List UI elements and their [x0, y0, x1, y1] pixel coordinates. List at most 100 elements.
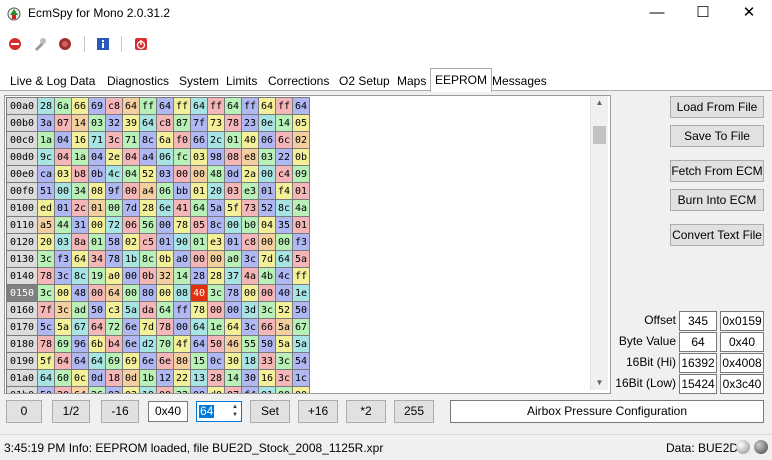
maximize-button[interactable]: ☐ — [680, 0, 726, 28]
hex-cell[interactable]: f3 — [54, 250, 72, 268]
save-to-file-button[interactable]: Save To File — [670, 125, 764, 147]
hex-cell[interactable]: 5a — [275, 318, 293, 336]
hex-row[interactable]: 0150 3c 00 48 00 64 00 80 00 08 40 3c 78 00 00 40 1e — [6, 284, 310, 302]
hex-cell[interactable]: 6a — [54, 97, 72, 115]
hex-cell[interactable]: 13 — [190, 369, 208, 387]
hex-cell[interactable]: 16 — [258, 369, 276, 387]
hex-cell[interactable]: 00 — [156, 284, 174, 302]
hex-cell[interactable]: ff — [292, 267, 310, 285]
hex-cell[interactable]: 00 — [88, 284, 106, 302]
hex-cell[interactable]: 30 — [224, 352, 242, 370]
hex-cell[interactable]: f3 — [292, 233, 310, 251]
hex-cell[interactable]: f0 — [173, 131, 191, 149]
hex-cell[interactable]: 09 — [292, 165, 310, 183]
hex-cell[interactable]: 01 — [54, 199, 72, 217]
hex-cell[interactable]: 69 — [88, 97, 106, 115]
hex-cell[interactable]: 50 — [207, 335, 225, 353]
byte-value-spinner[interactable]: 64 ▲ ▼ — [196, 401, 242, 422]
hex-cell[interactable]: 71 — [88, 131, 106, 149]
hex-cell[interactable]: e8 — [241, 148, 259, 166]
hex-cell[interactable]: ff — [173, 301, 191, 319]
hex-cell[interactable]: 78 — [105, 250, 123, 268]
hex-cell[interactable]: 00 — [122, 284, 140, 302]
close-button[interactable]: ✕ — [726, 0, 772, 28]
hex-cell[interactable]: 64 — [54, 352, 72, 370]
hex-cell[interactable]: 08 — [88, 182, 106, 200]
hex-cell[interactable]: 5f — [224, 199, 242, 217]
hex-cell[interactable]: 01 — [88, 199, 106, 217]
hex-cell[interactable]: 00 — [173, 165, 191, 183]
hex-cell[interactable]: 78 — [156, 318, 174, 336]
hex-cell[interactable]: 96 — [71, 335, 89, 353]
hex-cell[interactable]: 66 — [190, 131, 208, 149]
hex-cell[interactable]: 4a — [241, 267, 259, 285]
hex-cell[interactable]: 8c — [275, 199, 293, 217]
hex-cell[interactable]: 80 — [173, 352, 191, 370]
hex-cell[interactable]: 03 — [54, 233, 72, 251]
hex-cell[interactable]: 8c — [71, 267, 89, 285]
hex-cell[interactable]: 78 — [190, 301, 208, 319]
hex-cell[interactable]: 40 — [241, 131, 259, 149]
hex-cell[interactable]: 01 — [190, 182, 208, 200]
hex-cell[interactable]: 2a — [241, 165, 259, 183]
hex-row[interactable]: 0170 5c 5a 67 64 72 6e 7d 78 00 64 1e 64 3c 66 5a 67 — [6, 318, 310, 336]
hex-cell[interactable]: 03 — [224, 182, 242, 200]
hex-cell[interactable]: 0c — [207, 352, 225, 370]
hex-cell[interactable]: 3a — [37, 114, 55, 132]
hex-cell[interactable]: 50 — [88, 301, 106, 319]
hex-cell[interactable]: 00 — [241, 284, 259, 302]
hex-cell[interactable]: 70 — [156, 335, 174, 353]
hex-cell[interactable]: a5 — [37, 216, 55, 234]
hex-cell[interactable]: 00 — [224, 216, 242, 234]
hex-cell[interactable]: 03 — [122, 386, 140, 393]
hex-cell[interactable]: 22 — [275, 148, 293, 166]
hex-cell[interactable]: 0b — [156, 250, 174, 268]
hex-cell[interactable]: d2 — [139, 335, 157, 353]
hex-cell[interactable]: 64 — [71, 250, 89, 268]
hex-cell[interactable]: 5a — [275, 335, 293, 353]
hex-cell[interactable]: 28 — [37, 97, 55, 115]
hex-cell[interactable]: 5a — [292, 250, 310, 268]
hex-cell[interactable]: 4c — [105, 165, 123, 183]
hex-cell[interactable]: 64 — [190, 335, 208, 353]
hex-cell[interactable]: 64 — [190, 97, 208, 115]
hex-cell[interactable]: 67 — [71, 318, 89, 336]
hex-cell[interactable]: 6e — [122, 318, 140, 336]
hex-cell[interactable]: 3d — [241, 301, 259, 319]
hex-cell[interactable]: ed — [37, 199, 55, 217]
hex-cell[interactable]: 02 — [292, 131, 310, 149]
hex-cell[interactable]: 05 — [190, 216, 208, 234]
spinner-arrows-icon[interactable]: ▲ ▼ — [230, 403, 240, 420]
hex-cell[interactable]: 18 — [105, 369, 123, 387]
hex-cell[interactable]: 0d — [122, 369, 140, 387]
hex-cell[interactable]: 39 — [122, 114, 140, 132]
hex-cell[interactable]: 50 — [37, 386, 55, 393]
scroll-up-icon[interactable]: ▲ — [591, 96, 608, 110]
hex-cell[interactable]: 64 — [258, 97, 276, 115]
hex-cell[interactable]: 4c — [275, 267, 293, 285]
hex-cell[interactable]: a0 — [173, 250, 191, 268]
hex-cell[interactable]: 12 — [156, 369, 174, 387]
hex-cell[interactable]: 3c — [207, 284, 225, 302]
hex-cell[interactable]: 3c — [105, 131, 123, 149]
hex-cell[interactable]: 01 — [224, 233, 242, 251]
hex-cell[interactable]: da — [139, 301, 157, 319]
hex-cell[interactable]: c8 — [105, 97, 123, 115]
hex-cell[interactable]: 64 — [156, 301, 174, 319]
hex-cell[interactable]: 28 — [207, 267, 225, 285]
minimize-button[interactable]: — — [634, 0, 680, 28]
hex-cell[interactable]: 2e — [105, 148, 123, 166]
hex-cell[interactable]: 00 — [122, 182, 140, 200]
hex-row[interactable]: 01a0 64 60 0c 0d 18 0d 1b 12 22 13 28 14 30 16 3c 1c — [6, 369, 310, 387]
hex-cell[interactable]: 01 — [258, 182, 276, 200]
hex-cell[interactable]: a4 — [139, 148, 157, 166]
hex-cell[interactable]: 18 — [241, 352, 259, 370]
hex-row[interactable]: 00c0 1a 04 16 71 3c 71 8c 6a f0 66 2c 01 40 06 6c 02 — [6, 131, 310, 149]
hex-cell[interactable]: 1e — [292, 284, 310, 302]
hex-cell[interactable]: 06 — [122, 216, 140, 234]
fetch-from-ecm-button[interactable]: Fetch From ECM — [670, 160, 764, 182]
hex-cell[interactable]: f4 — [275, 182, 293, 200]
hex-cell[interactable]: 78 — [224, 114, 242, 132]
hex-cell[interactable]: 1e — [207, 318, 225, 336]
hex-cell[interactable]: 73 — [207, 114, 225, 132]
